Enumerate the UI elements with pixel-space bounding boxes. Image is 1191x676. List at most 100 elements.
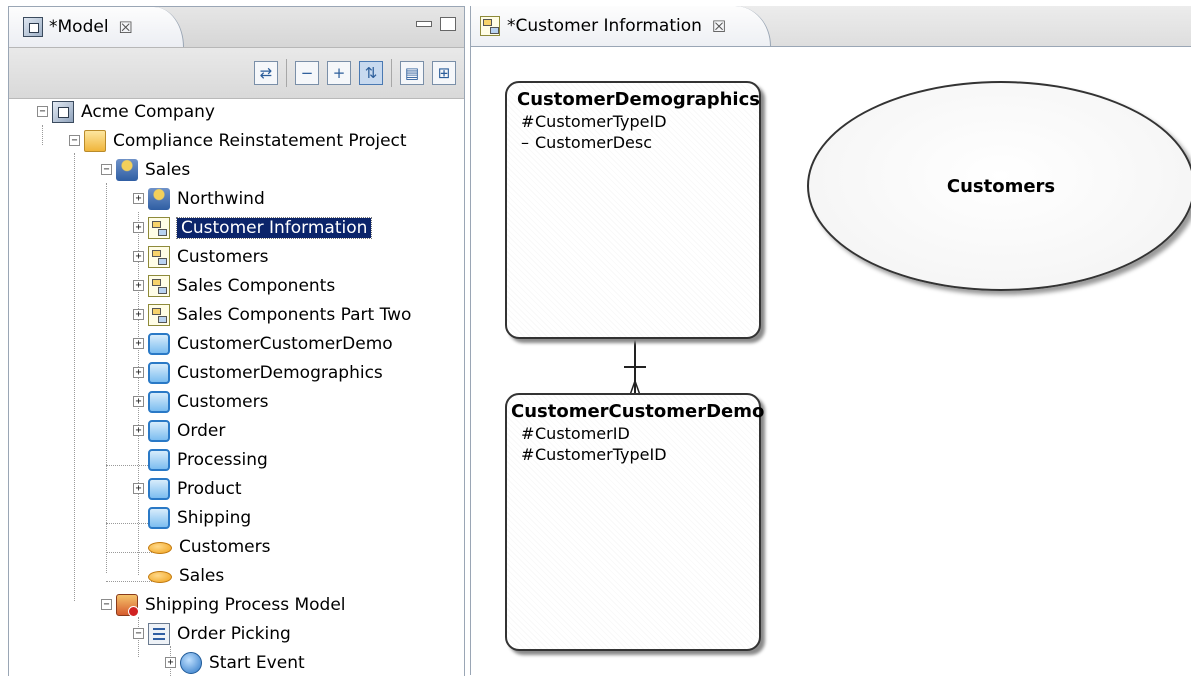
collapse-icon[interactable]: −: [101, 164, 112, 175]
model-view-tab-title: *Model: [49, 17, 109, 37]
collapse-icon[interactable]: −: [133, 628, 144, 639]
diagram-icon: [148, 274, 170, 297]
close-icon[interactable]: ☒: [119, 18, 133, 37]
tree-item-label: Shipping Process Model: [145, 594, 346, 615]
tree-item-sales-components-part-two[interactable]: + Sales Components Part Two: [133, 300, 411, 329]
tree-item-label: Order: [177, 420, 226, 441]
tree-item-customers-diagram[interactable]: + Customers: [133, 242, 268, 271]
tree-item-northwind[interactable]: + Northwind: [133, 184, 265, 213]
expand-icon[interactable]: +: [133, 280, 144, 291]
entity-customerdemographics[interactable]: CustomerDemographics #CustomerTypeID – Cu…: [505, 81, 761, 339]
tree-item-start-event[interactable]: + Start Event: [165, 648, 305, 676]
diagram-icon: [148, 303, 170, 326]
tree-guide-line: [106, 183, 107, 573]
tree-item-customers-topic[interactable]: Customers: [133, 532, 270, 561]
tree-item-shipping[interactable]: Shipping: [133, 503, 251, 532]
expand-icon[interactable]: +: [133, 338, 144, 349]
tree-item-acme-company[interactable]: − Acme Company: [37, 99, 215, 126]
tree-item-order[interactable]: + Order: [133, 416, 225, 445]
expand-icon[interactable]: +: [133, 483, 144, 494]
expand-icon[interactable]: +: [133, 309, 144, 320]
tree-item-sales[interactable]: − Sales: [101, 155, 190, 184]
tree-item-shipping-process-model[interactable]: − Shipping Process Model: [101, 590, 346, 619]
tree-item-label: Customers: [179, 536, 271, 557]
model-tree: − Acme Company − Compliance Reinstatemen…: [9, 99, 464, 676]
editor-tab[interactable]: *Customer Information ☒: [471, 6, 771, 46]
entity-icon: [148, 448, 170, 471]
entity-icon: [148, 332, 170, 355]
tree-item-label: Customer Information: [175, 216, 373, 239]
tree-item-label: Processing: [177, 449, 268, 470]
tree-item-label: Product: [177, 478, 242, 499]
filter-icon[interactable]: ▤: [400, 61, 424, 85]
entity-title: CustomerCustomerDemo: [511, 401, 765, 422]
tree-item-project[interactable]: − Compliance Reinstatement Project: [69, 126, 407, 155]
attribute-name: CustomerTypeID: [535, 112, 667, 131]
diagram-canvas[interactable]: CustomerDemographics #CustomerTypeID – Cu…: [471, 47, 1191, 675]
tree-item-label: Sales Components: [177, 275, 336, 296]
expand-all-icon[interactable]: +: [327, 61, 351, 85]
tree-item-label: Customers: [177, 246, 269, 267]
collapse-icon[interactable]: −: [69, 135, 80, 146]
tree-item-label: CustomerCustomerDemo: [177, 333, 393, 354]
entity-customercustomerdemo[interactable]: CustomerCustomerDemo #CustomerID #Custom…: [505, 393, 765, 651]
collapse-icon[interactable]: −: [37, 106, 48, 117]
view-controls: [416, 17, 456, 31]
expand-icon[interactable]: +: [133, 222, 144, 233]
tree-item-label: Compliance Reinstatement Project: [113, 130, 407, 151]
link-with-editor-icon[interactable]: ⇅: [359, 61, 383, 85]
model-view-tabbar: *Model ☒: [9, 7, 464, 48]
expand-icon[interactable]: +: [133, 425, 144, 436]
tree-item-order-picking[interactable]: − Order Picking: [133, 619, 291, 648]
primary-key-marker: #: [521, 424, 535, 443]
model-icon: [23, 17, 43, 37]
tree-item-sales-topic[interactable]: Sales: [133, 561, 224, 590]
topic-icon: [148, 570, 172, 583]
hierarchy-icon[interactable]: ⊞: [432, 61, 456, 85]
expand-icon[interactable]: +: [133, 193, 144, 204]
tree-item-label: Shipping: [177, 507, 252, 528]
attribute-marker: –: [521, 133, 529, 152]
toolbar-separator: [391, 59, 392, 87]
entity-attribute[interactable]: #CustomerTypeID: [507, 443, 759, 464]
sales-icon: [116, 158, 138, 181]
primary-key-marker: #: [521, 445, 535, 464]
expand-icon[interactable]: +: [133, 367, 144, 378]
close-icon[interactable]: ☒: [712, 17, 726, 36]
tree-item-customers-entity[interactable]: + Customers: [133, 387, 268, 416]
tree-item-customercustomerdemo[interactable]: + CustomerCustomerDemo: [133, 329, 393, 358]
tree-item-label: CustomerDemographics: [177, 362, 383, 383]
model-view: *Model ☒ ⇄ − + ⇅ ▤ ⊞ − Acme Company − Co…: [8, 6, 465, 676]
maximize-icon[interactable]: [440, 17, 456, 31]
primary-key-marker: #: [521, 112, 535, 131]
entity-attribute[interactable]: – CustomerDesc: [507, 131, 759, 152]
diagram-editor: *Customer Information ☒ CustomerDemograp…: [470, 6, 1191, 675]
collapse-icon[interactable]: −: [101, 599, 112, 610]
topic-customers[interactable]: Customers: [807, 81, 1191, 291]
diagram-icon: [148, 245, 170, 268]
tree-item-customerdemographics[interactable]: + CustomerDemographics: [133, 358, 383, 387]
expand-icon[interactable]: +: [133, 251, 144, 262]
tree-item-label: Sales: [145, 159, 191, 180]
tree-item-sales-components[interactable]: + Sales Components: [133, 271, 335, 300]
relationship-connector[interactable]: [621, 339, 651, 399]
entity-attribute[interactable]: #CustomerTypeID: [507, 110, 759, 131]
attribute-name: CustomerTypeID: [535, 445, 667, 464]
minimize-icon[interactable]: [416, 21, 432, 27]
model-view-tab[interactable]: *Model ☒: [9, 7, 184, 47]
tree-guide-line: [74, 153, 75, 601]
tree-item-label: Acme Company: [81, 101, 215, 122]
tree-item-customer-information[interactable]: + Customer Information: [133, 213, 373, 242]
sync-icon[interactable]: ⇄: [254, 61, 278, 85]
expand-icon[interactable]: +: [133, 396, 144, 407]
expand-icon[interactable]: +: [165, 657, 176, 668]
tree-item-label: Sales Components Part Two: [177, 304, 412, 325]
tree-item-label: Order Picking: [177, 623, 291, 644]
editor-tab-title: *Customer Information: [507, 16, 702, 36]
entity-icon: [148, 390, 170, 413]
tree-item-product[interactable]: + Product: [133, 474, 242, 503]
tree-item-label: Northwind: [177, 188, 265, 209]
collapse-all-icon[interactable]: −: [295, 61, 319, 85]
tree-item-processing[interactable]: Processing: [133, 445, 268, 474]
entity-attribute[interactable]: #CustomerID: [507, 422, 759, 443]
